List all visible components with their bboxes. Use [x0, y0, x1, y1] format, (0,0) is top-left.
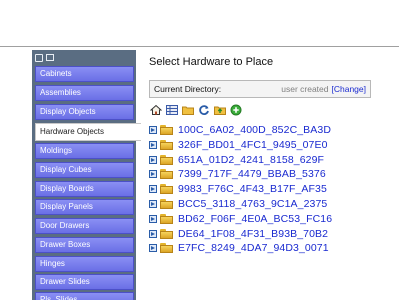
current-directory-label: Current Directory:	[154, 84, 222, 94]
tree-item-label[interactable]: 9983_F76C_4F43_B17F_AF35	[178, 183, 327, 195]
tree-item-label[interactable]: BCC5_3118_4763_9C1A_2375	[178, 198, 327, 210]
tree-item-label[interactable]: 7399_717F_4479_BBAB_5376	[178, 168, 326, 180]
sidebar-item-display-boards[interactable]: Display Boards	[35, 181, 134, 197]
tree-item-label[interactable]: 100C_6A02_400D_852C_BA3D	[178, 124, 331, 136]
folder-icon[interactable]	[182, 104, 194, 116]
expand-toggle-icon[interactable]	[149, 214, 157, 223]
toolbar	[150, 103, 242, 117]
tree-item[interactable]: BCC5_3118_4763_9C1A_2375	[149, 197, 327, 211]
folder-icon	[160, 199, 173, 209]
sidebar: Cabinets Assemblies Display Objects Hardwar…	[32, 50, 141, 300]
top-bar	[0, 0, 399, 46]
folder-icon	[160, 125, 173, 135]
folder-icon	[160, 139, 173, 150]
expand-toggle-icon[interactable]	[149, 140, 157, 149]
sidebar-item-display-cubes[interactable]: Display Cubes	[35, 162, 134, 178]
folder-icon	[160, 184, 173, 195]
current-directory-bar: Current Directory: user created [Change]	[149, 80, 371, 98]
tree-item[interactable]: E7FC_8249_4DA7_94D3_0071	[149, 241, 329, 255]
tree-item[interactable]: BD62_F06F_4E0A_BC53_FC16	[149, 212, 332, 226]
tree-item[interactable]: 651A_01D2_4241_8158_629F	[149, 153, 324, 167]
add-icon[interactable]	[230, 104, 242, 116]
current-directory-value: user created	[281, 84, 329, 94]
window-icon[interactable]	[46, 54, 54, 61]
sidebar-header	[32, 50, 136, 65]
sidebar-item-hardware-objects[interactable]: Hardware Objects	[35, 123, 141, 141]
grid-icon[interactable]	[166, 104, 178, 116]
tree-item[interactable]: 326F_BD01_4FC1_9495_07E0	[149, 138, 328, 152]
sidebar-item-hinges[interactable]: Hinges	[35, 256, 134, 272]
sidebar-item-cabinets[interactable]: Cabinets	[35, 66, 134, 82]
folder-icon	[160, 228, 173, 239]
folder-icon	[160, 169, 173, 180]
folder-icon	[160, 213, 173, 224]
sidebar-item-drawer-slides[interactable]: Drawer Slides	[35, 274, 134, 290]
sidebar-item-display-panels[interactable]: Display Panels	[35, 199, 134, 215]
tree-item-label[interactable]: 651A_01D2_4241_8158_629F	[178, 154, 324, 166]
expand-toggle-icon[interactable]	[149, 170, 157, 179]
home-icon[interactable]	[150, 104, 162, 116]
sidebar-item-drawer-boxes[interactable]: Drawer Boxes	[35, 237, 134, 253]
expand-toggle-icon[interactable]	[149, 185, 157, 194]
folder-icon	[160, 243, 173, 254]
sidebar-item-moldings[interactable]: Moldings	[35, 143, 134, 159]
tree-item-label[interactable]: DE64_1F08_4F31_B93B_70B2	[178, 228, 328, 240]
refresh-icon[interactable]	[198, 104, 210, 116]
change-directory-link[interactable]: [Change]	[332, 84, 367, 94]
expand-toggle-icon[interactable]	[149, 155, 157, 164]
settings-icon[interactable]	[35, 53, 43, 62]
tree-item-label[interactable]: BD62_F06F_4E0A_BC53_FC16	[178, 213, 332, 225]
sidebar-item-assemblies[interactable]: Assemblies	[35, 85, 134, 101]
tree-item-label[interactable]: 326F_BD01_4FC1_9495_07E0	[178, 139, 328, 151]
sidebar-item-door-drawers[interactable]: Door Drawers	[35, 218, 134, 234]
expand-toggle-icon[interactable]	[149, 200, 157, 208]
tree-item[interactable]: 100C_6A02_400D_852C_BA3D	[149, 123, 331, 137]
sidebar-item-pls-slides[interactable]: Pls. Slides	[35, 292, 134, 300]
tree-item[interactable]: 7399_717F_4479_BBAB_5376	[149, 167, 326, 181]
header-divider	[0, 46, 399, 47]
tree-item-label[interactable]: E7FC_8249_4DA7_94D3_0071	[178, 242, 329, 254]
tree-item[interactable]: 9983_F76C_4F43_B17F_AF35	[149, 182, 327, 196]
folder-up-icon[interactable]	[214, 104, 226, 116]
sidebar-item-display-objects[interactable]: Display Objects	[35, 104, 134, 120]
expand-toggle-icon[interactable]	[149, 244, 157, 253]
tree-item[interactable]: DE64_1F08_4F31_B93B_70B2	[149, 227, 328, 241]
expand-toggle-icon[interactable]	[149, 229, 157, 238]
expand-toggle-icon[interactable]	[149, 126, 157, 134]
folder-icon	[160, 154, 173, 165]
page-title: Select Hardware to Place	[149, 56, 274, 68]
